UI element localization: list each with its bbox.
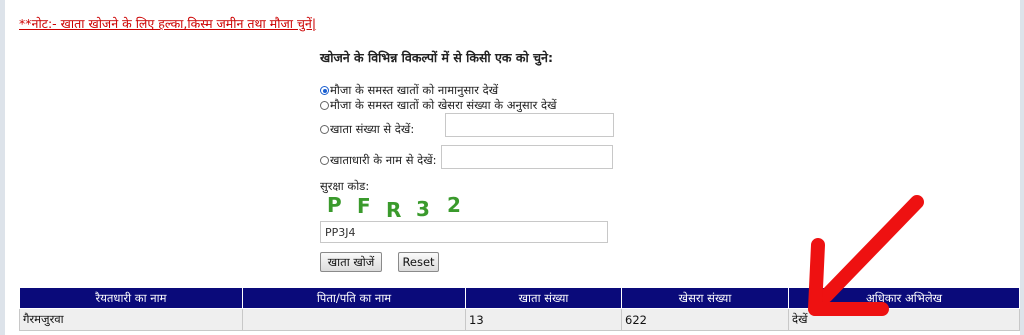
radio-owner-name[interactable] [320,156,329,165]
option-khesra-wise-label: मौजा के समस्त खातों को खेसरा संख्या के अ… [330,98,557,112]
search-khata-button[interactable]: खाता खोजें [320,252,382,272]
owner-name-input[interactable] [441,145,613,169]
captcha-input[interactable] [320,221,608,243]
column-header-father: पिता/पति का नाम [242,287,466,309]
cell-khesra-number: 622 [621,308,789,331]
column-header-khesra: खेसरा संख्या [621,287,789,309]
cell-khata-number: 13 [465,308,622,331]
khata-number-input[interactable] [445,113,614,137]
reset-button[interactable]: Reset [398,252,439,272]
note-text: **नोट:- खाता खोजने के लिए हल्का,किस्म जम… [19,16,317,31]
results-table: रैयतधारी का नाम पिता/पति का नाम खाता संख… [19,287,1020,331]
radio-khesra-wise[interactable] [320,101,329,110]
captcha-char: R [386,198,402,222]
window-frame-left [0,0,5,335]
captcha-char: P [327,193,342,217]
option-khata-number-label: खाता संख्या से देखें: [330,122,415,136]
radio-khata-number[interactable] [320,125,329,134]
option-owner-name-label: खाताधारी के नाम से देखें: [330,153,437,167]
option-name-wise[interactable]: मौजा के समस्त खातों को नामानुसार देखें [320,83,498,98]
captcha-label: सुरक्षा कोड: [320,179,370,193]
column-header-record: अधिकार अभिलेख [788,287,1020,309]
captcha-image: P F R 3 2 [325,193,485,222]
search-options-heading: खोजने के विभिन्न विकल्पों में से किसी एक… [320,50,553,65]
table-row: गैरमजुरवा 13 622 देखें [19,308,1020,331]
captcha-char: F [357,194,371,218]
cell-father-name [242,308,466,331]
option-name-wise-label: मौजा के समस्त खातों को नामानुसार देखें [330,83,499,97]
captcha-char: 3 [416,197,430,221]
radio-name-wise[interactable] [320,86,329,95]
window-frame-right [1020,0,1024,335]
view-record-link[interactable]: देखें [788,308,1020,331]
table-header-row: रैयतधारी का नाम पिता/पति का नाम खाता संख… [19,287,1020,309]
column-header-khata: खाता संख्या [465,287,622,309]
column-header-owner: रैयतधारी का नाम [19,287,243,309]
cell-owner-name: गैरमजुरवा [19,308,243,331]
option-owner-name[interactable]: खाताधारी के नाम से देखें: [320,153,437,168]
option-khesra-wise[interactable]: मौजा के समस्त खातों को खेसरा संख्या के अ… [320,98,557,113]
arrow-shaft [819,195,924,303]
captcha-char: 2 [447,193,461,217]
option-khata-number[interactable]: खाता संख्या से देखें: [320,122,414,137]
